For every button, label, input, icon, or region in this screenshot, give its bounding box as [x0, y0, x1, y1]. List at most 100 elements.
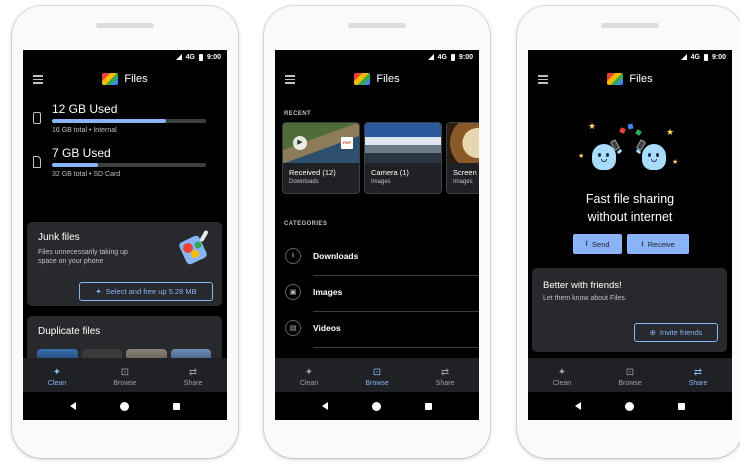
category-images[interactable]: ▣ Images [275, 275, 479, 309]
app-bar: Files [275, 64, 479, 94]
invite-friends-button[interactable]: ⊕ Invite friends [634, 323, 718, 342]
recent-item-screenshots[interactable]: Screen Images [446, 122, 479, 194]
clock: 9:00 [458, 53, 473, 61]
nav-browse-label: Browse [113, 380, 137, 387]
back-icon[interactable] [322, 402, 328, 410]
sd-card-icon [33, 156, 41, 168]
clock: 9:00 [206, 53, 221, 61]
nav-clean-label: Clean [552, 380, 572, 387]
recent-section-label: RECENT [284, 111, 312, 117]
nav-share[interactable]: ⇄ Share [668, 366, 728, 387]
battery-icon [703, 53, 708, 61]
app-bar: Files [528, 64, 732, 94]
system-navigation [275, 392, 479, 420]
invite-card-description: Let them know about Files. [543, 295, 627, 302]
phone-browse: 4G 9:00 Files RECENT ▶ PDF Received (12)… [264, 6, 490, 458]
signal-icon [680, 54, 687, 60]
storage-progress-fill [52, 119, 166, 123]
recent-item-received[interactable]: ▶ PDF Received (12) Downloads [282, 122, 360, 194]
nav-browse-label: Browse [618, 380, 642, 387]
storage-total: 16 GB total • Internal [52, 127, 117, 134]
add-person-icon: ⊕ [649, 328, 656, 337]
category-videos[interactable]: ▤ Videos [275, 311, 479, 345]
browse-icon: ⊡ [372, 367, 382, 378]
back-icon[interactable] [70, 402, 76, 410]
nav-clean-label: Clean [299, 380, 319, 387]
phone-storage-icon [33, 112, 41, 124]
divider [313, 347, 479, 348]
nav-share[interactable]: ⇄ Share [163, 366, 223, 387]
status-bar: 4G 9:00 [528, 50, 732, 64]
play-icon: ▶ [293, 136, 307, 150]
send-button[interactable]: ⭱ Send [573, 234, 622, 254]
menu-icon[interactable] [538, 75, 548, 86]
phone-speaker [96, 23, 154, 28]
star-icon: ★ [588, 121, 597, 131]
recent-item-title: Received (12) [289, 168, 336, 177]
home-icon[interactable] [120, 401, 129, 411]
network-label: 4G [690, 53, 700, 61]
nav-clean-label: Clean [47, 380, 67, 387]
recents-icon[interactable] [425, 402, 432, 410]
recent-item-camera[interactable]: Camera (1) Images [364, 122, 442, 194]
receiver-character [635, 144, 666, 170]
recent-item-subtitle: Images [453, 179, 473, 185]
file-icon [635, 129, 642, 136]
nav-clean[interactable]: ✦ Clean [27, 366, 87, 387]
send-button-label: Send [592, 239, 610, 249]
recent-thumbnail [447, 123, 479, 163]
category-label: Downloads [313, 251, 359, 261]
receive-button[interactable]: ⭳ Receive [627, 234, 689, 254]
share-arrows-icon: ⇄ [693, 367, 703, 378]
storage-progress-fill [52, 163, 99, 167]
recent-thumbnail: ▶ PDF [283, 123, 359, 163]
files-logo-icon [102, 73, 119, 85]
nav-clean[interactable]: ✦ Clean [532, 366, 592, 387]
nav-clean[interactable]: ✦ Clean [279, 366, 339, 387]
battery-icon [198, 53, 203, 61]
nav-browse[interactable]: ⊡ Browse [95, 366, 155, 387]
category-downloads[interactable]: ⭳ Downloads [275, 239, 479, 273]
phone-speaker [601, 23, 659, 28]
network-label: 4G [185, 53, 195, 61]
menu-icon[interactable] [33, 75, 43, 86]
browse-icon: ⊡ [625, 367, 635, 378]
free-up-space-button-label: Select and free up 5.28 MB [105, 287, 197, 296]
app-title: Files [376, 73, 400, 85]
phone-share: 4G 9:00 Files ★ ★ ★ ★ Fast file sharing … [517, 6, 740, 458]
storage-progress-bar [52, 163, 206, 167]
screen-share: 4G 9:00 Files ★ ★ ★ ★ Fast file sharing … [528, 50, 732, 420]
share-headline-line2: without internet [587, 210, 673, 224]
nav-share[interactable]: ⇄ Share [415, 366, 475, 387]
network-label: 4G [437, 53, 447, 61]
recents-icon[interactable] [173, 402, 180, 410]
upload-icon: ⭱ [585, 238, 589, 248]
file-icon [619, 127, 626, 134]
sparkle-icon: ✦ [557, 367, 567, 378]
pdf-badge: PDF [341, 137, 353, 149]
home-icon[interactable] [372, 401, 381, 411]
nav-browse[interactable]: ⊡ Browse [600, 366, 660, 387]
share-headline-line1: Fast file sharing [585, 192, 675, 206]
storage-sd-card[interactable]: 7 GB Used 32 GB total • SD Card [23, 146, 227, 178]
recents-icon[interactable] [678, 402, 685, 410]
home-icon[interactable] [625, 401, 634, 411]
free-up-space-button[interactable]: ✦ Select and free up 5.28 MB [79, 282, 213, 301]
screen-clean: 4G 9:00 Files 12 GB Used 16 GB total • I… [23, 50, 227, 420]
category-label: Videos [313, 323, 341, 333]
files-logo-icon [354, 73, 371, 85]
bottom-navigation: ✦ Clean ⊡ Browse ⇄ Share [275, 358, 479, 420]
status-bar: 4G 9:00 [23, 50, 227, 64]
image-icon: ▣ [285, 284, 301, 300]
nav-browse[interactable]: ⊡ Browse [347, 366, 407, 387]
junk-files-card[interactable]: Junk files Files unnecessarily taking up… [27, 222, 222, 306]
menu-icon[interactable] [285, 75, 295, 86]
signal-icon [175, 54, 182, 60]
cleaning-dustpan-icon [179, 230, 208, 265]
back-icon[interactable] [575, 402, 581, 410]
star-icon: ★ [578, 153, 585, 160]
star-icon: ★ [672, 159, 679, 166]
storage-internal[interactable]: 12 GB Used 16 GB total • Internal [23, 102, 227, 134]
download-icon: ⭳ [285, 248, 301, 264]
app-bar: Files [23, 64, 227, 94]
